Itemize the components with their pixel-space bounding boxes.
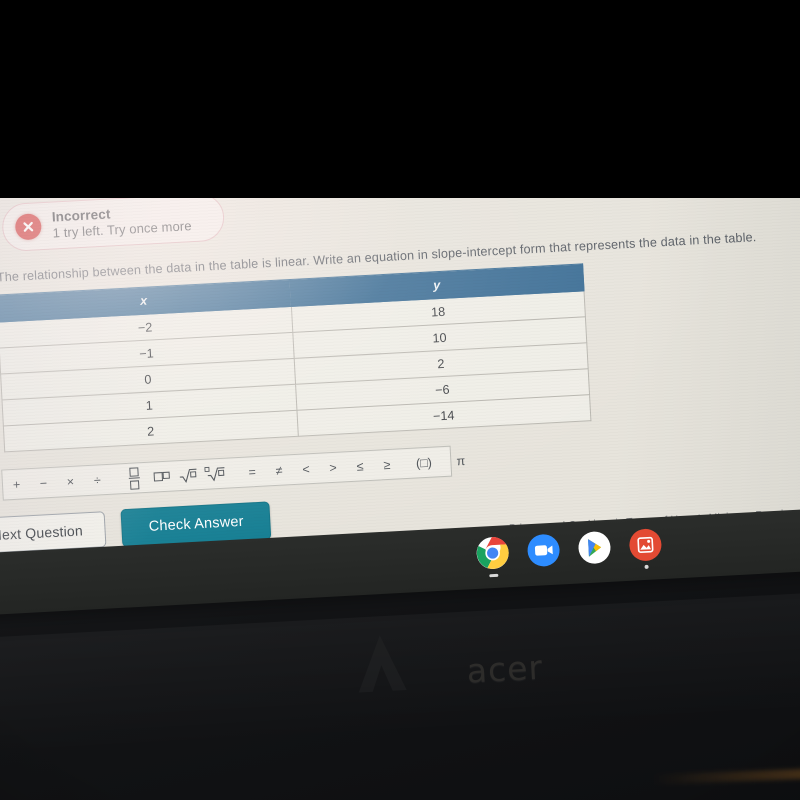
math-group-relations: = ≠ < > ≤ ≥ [238, 449, 401, 487]
google-play-icon[interactable] [577, 530, 613, 566]
math-toolbar[interactable]: + − × ÷ = ≠ < > ≤ ≥ (□) π [1, 445, 466, 501]
greater-equal-icon[interactable]: ≥ [373, 449, 402, 479]
less-equal-icon[interactable]: ≤ [346, 451, 375, 481]
square-root-icon[interactable] [174, 460, 203, 490]
equals-icon[interactable]: = [238, 457, 267, 487]
math-group-constants: π [447, 445, 476, 475]
minus-icon[interactable]: − [29, 468, 58, 498]
base-edge-glow [652, 764, 800, 785]
chrome-active-indicator [489, 573, 499, 578]
divide-icon[interactable]: ÷ [83, 465, 112, 495]
fraction-icon[interactable] [120, 463, 149, 493]
pi-icon[interactable]: π [447, 445, 476, 475]
greater-than-icon[interactable]: > [319, 452, 348, 482]
gallery-active-indicator [644, 564, 649, 569]
status-badge-incorrect: Incorrect 1 try left. Try once more [1, 192, 226, 253]
less-than-icon[interactable]: < [292, 454, 321, 484]
parentheses-icon[interactable]: (□) [410, 447, 439, 477]
nth-root-icon[interactable] [201, 459, 230, 489]
plus-icon[interactable]: + [2, 469, 31, 499]
exponent-icon[interactable] [147, 461, 176, 491]
toolbar-divider [233, 462, 235, 483]
chrome-icon[interactable] [475, 535, 511, 578]
toolbar-divider [441, 451, 443, 472]
photo-of-laptop-screen: acer Incorrect 1 try left. Try once more… [0, 0, 800, 800]
multiply-icon[interactable]: × [56, 466, 85, 496]
math-group-grouping: (□) [410, 447, 439, 477]
hinge-shadow [350, 630, 413, 697]
math-group-arithmetic: + − × ÷ [2, 465, 111, 500]
toolbar-divider [115, 469, 117, 490]
not-equals-icon[interactable]: ≠ [265, 455, 294, 485]
error-x-icon [14, 213, 42, 241]
photo-letterbox-top [0, 0, 800, 198]
data-table: x y −2 18 −1 10 0 2 1 −6 2 −14 [0, 263, 591, 452]
gallery-icon[interactable] [628, 527, 664, 569]
toolbar-divider [404, 453, 406, 474]
acer-brand-logo: acer [465, 647, 544, 691]
math-group-structures [120, 459, 229, 494]
zoom-icon[interactable] [526, 532, 562, 568]
